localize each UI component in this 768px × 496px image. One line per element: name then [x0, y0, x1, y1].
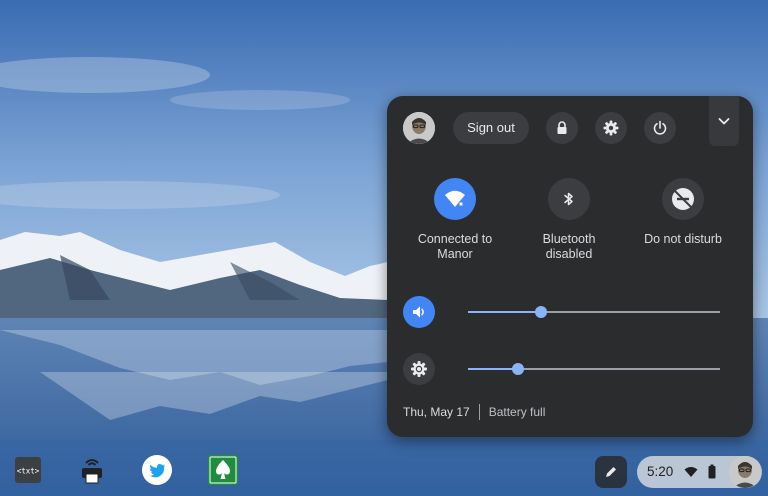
printer-icon [82, 459, 102, 484]
power-button[interactable] [644, 112, 676, 144]
volume-slider-row [403, 296, 723, 328]
lock-button[interactable] [546, 112, 578, 144]
shelf-app-text-editor[interactable]: <txt> [12, 454, 44, 486]
volume-slider-fill [468, 311, 542, 313]
bluetooth-toggle-button[interactable] [548, 178, 590, 220]
txt-icon-label: <txt> [17, 467, 40, 476]
stylus-tools-button[interactable] [595, 456, 627, 488]
wifi-status-label: Connected to Manor [417, 232, 493, 261]
date-label[interactable]: Thu, May 17 [403, 405, 470, 419]
do-not-disturb-label: Do not disturb [644, 232, 722, 246]
chevron-down-icon [718, 118, 730, 125]
shelf-app-printer[interactable] [76, 454, 108, 486]
battery-icon [708, 464, 716, 479]
brightness-slider-fill [468, 368, 519, 370]
spade-icon [208, 455, 238, 485]
footer-divider [478, 404, 480, 420]
settings-button[interactable] [595, 112, 627, 144]
status-user-avatar [729, 456, 761, 488]
sign-out-button[interactable]: Sign out [453, 112, 529, 144]
user-photo-icon [403, 112, 435, 144]
do-not-disturb-toggle-button[interactable] [662, 178, 704, 220]
speaker-icon [413, 306, 424, 318]
bluetooth-icon [564, 192, 573, 206]
brightness-slider-row [403, 353, 723, 385]
brightness-icon [411, 361, 427, 377]
wifi-icon [445, 190, 465, 207]
pen-icon [606, 467, 616, 477]
do-not-disturb-icon [672, 188, 694, 210]
volume-slider-thumb[interactable] [535, 306, 548, 318]
lock-icon [557, 121, 567, 134]
bluetooth-status-label: Bluetooth disabled [542, 232, 596, 261]
quick-settings-panel: Sign out Connected to Manor Bluetooth di… [387, 96, 753, 437]
battery-status-label: Battery full [488, 405, 546, 419]
txt-icon: <txt> [15, 457, 41, 483]
shelf-app-twitter[interactable] [141, 454, 173, 486]
user-avatar[interactable] [403, 112, 435, 144]
wifi-toggle-button[interactable] [434, 178, 476, 220]
clock: 5:20 [647, 464, 674, 479]
gear-icon [603, 120, 619, 136]
wifi-icon [684, 467, 698, 477]
brightness-button[interactable] [403, 353, 435, 385]
collapse-button[interactable] [709, 96, 739, 146]
mute-button[interactable] [403, 296, 435, 328]
power-icon [653, 120, 667, 135]
bluetooth-toggle[interactable]: Bluetooth disabled [519, 178, 619, 262]
status-area[interactable]: 5:20 [637, 456, 762, 488]
twitter-bird-icon [142, 455, 172, 485]
quick-settings-footer: Thu, May 17 Battery full [403, 404, 545, 420]
wifi-toggle[interactable]: Connected to Manor [405, 178, 505, 262]
brightness-slider[interactable] [468, 363, 720, 375]
volume-slider[interactable] [468, 306, 720, 318]
do-not-disturb-toggle[interactable]: Do not disturb [633, 178, 733, 247]
brightness-slider-thumb[interactable] [512, 363, 525, 375]
user-photo-icon [729, 456, 761, 488]
shelf-app-solitaire[interactable] [207, 454, 239, 486]
